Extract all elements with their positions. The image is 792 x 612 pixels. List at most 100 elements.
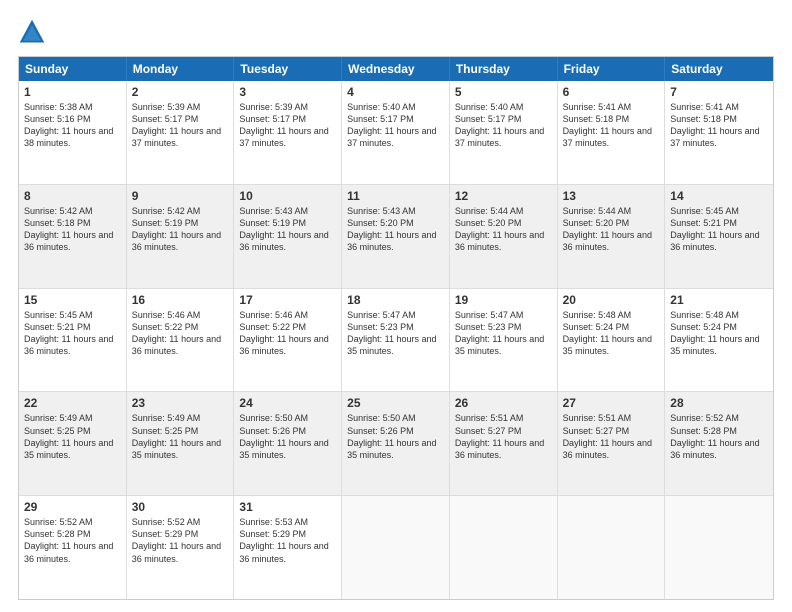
calendar-cell: 12 Sunrise: 5:44 AMSunset: 5:20 PMDayligh… <box>450 185 558 288</box>
day-number: 30 <box>132 500 229 514</box>
calendar-cell: 6 Sunrise: 5:41 AMSunset: 5:18 PMDaylight… <box>558 81 666 184</box>
cell-info: Sunrise: 5:41 AMSunset: 5:18 PMDaylight:… <box>670 101 768 150</box>
cell-info: Sunrise: 5:49 AMSunset: 5:25 PMDaylight:… <box>24 412 121 461</box>
calendar-cell: 20 Sunrise: 5:48 AMSunset: 5:24 PMDayligh… <box>558 289 666 392</box>
cell-info: Sunrise: 5:45 AMSunset: 5:21 PMDaylight:… <box>670 205 768 254</box>
header <box>18 18 774 46</box>
day-number: 31 <box>239 500 336 514</box>
cell-info: Sunrise: 5:50 AMSunset: 5:26 PMDaylight:… <box>239 412 336 461</box>
day-number: 25 <box>347 396 444 410</box>
logo-icon <box>18 18 46 46</box>
calendar-week-4: 22 Sunrise: 5:49 AMSunset: 5:25 PMDayligh… <box>19 392 773 496</box>
cell-info: Sunrise: 5:50 AMSunset: 5:26 PMDaylight:… <box>347 412 444 461</box>
cell-info: Sunrise: 5:39 AMSunset: 5:17 PMDaylight:… <box>132 101 229 150</box>
day-number: 22 <box>24 396 121 410</box>
cell-info: Sunrise: 5:46 AMSunset: 5:22 PMDaylight:… <box>239 309 336 358</box>
header-day-thursday: Thursday <box>450 57 558 81</box>
calendar-cell <box>342 496 450 599</box>
cell-info: Sunrise: 5:42 AMSunset: 5:18 PMDaylight:… <box>24 205 121 254</box>
calendar-cell <box>665 496 773 599</box>
calendar-week-1: 1 Sunrise: 5:38 AMSunset: 5:16 PMDaylight… <box>19 81 773 185</box>
cell-info: Sunrise: 5:48 AMSunset: 5:24 PMDaylight:… <box>563 309 660 358</box>
calendar-cell <box>450 496 558 599</box>
cell-info: Sunrise: 5:47 AMSunset: 5:23 PMDaylight:… <box>347 309 444 358</box>
calendar-cell: 17Sunrise: 5:46 AMSunset: 5:22 PMDayligh… <box>234 289 342 392</box>
day-number: 6 <box>563 85 660 99</box>
cell-info: Sunrise: 5:43 AMSunset: 5:19 PMDaylight:… <box>239 205 336 254</box>
calendar-cell: 21 Sunrise: 5:48 AMSunset: 5:24 PMDayligh… <box>665 289 773 392</box>
header-day-tuesday: Tuesday <box>234 57 342 81</box>
header-day-wednesday: Wednesday <box>342 57 450 81</box>
calendar-cell: 26 Sunrise: 5:51 AMSunset: 5:27 PMDayligh… <box>450 392 558 495</box>
calendar-cell: 25 Sunrise: 5:50 AMSunset: 5:26 PMDayligh… <box>342 392 450 495</box>
day-number: 24 <box>239 396 336 410</box>
calendar: SundayMondayTuesdayWednesdayThursdayFrid… <box>18 56 774 600</box>
day-number: 29 <box>24 500 121 514</box>
day-number: 5 <box>455 85 552 99</box>
calendar-cell: 24 Sunrise: 5:50 AMSunset: 5:26 PMDayligh… <box>234 392 342 495</box>
calendar-week-5: 29 Sunrise: 5:52 AMSunset: 5:28 PMDayligh… <box>19 496 773 599</box>
day-number: 1 <box>24 85 121 99</box>
day-number: 14 <box>670 189 768 203</box>
day-number: 10 <box>239 189 336 203</box>
day-number: 13 <box>563 189 660 203</box>
cell-info: Sunrise: 5:40 AMSunset: 5:17 PMDaylight:… <box>347 101 444 150</box>
day-number: 20 <box>563 293 660 307</box>
calendar-cell: 7 Sunrise: 5:41 AMSunset: 5:18 PMDaylight… <box>665 81 773 184</box>
cell-info: Sunrise: 5:38 AMSunset: 5:16 PMDaylight:… <box>24 101 121 150</box>
cell-info: Sunrise: 5:44 AMSunset: 5:20 PMDaylight:… <box>563 205 660 254</box>
cell-info: Sunrise: 5:45 AMSunset: 5:21 PMDaylight:… <box>24 309 121 358</box>
cell-info: Sunrise: 5:51 AMSunset: 5:27 PMDaylight:… <box>455 412 552 461</box>
calendar-cell: 11 Sunrise: 5:43 AMSunset: 5:20 PMDayligh… <box>342 185 450 288</box>
day-number: 3 <box>239 85 336 99</box>
calendar-cell: 3Sunrise: 5:39 AMSunset: 5:17 PMDaylight… <box>234 81 342 184</box>
header-day-saturday: Saturday <box>665 57 773 81</box>
calendar-week-3: 15 Sunrise: 5:45 AMSunset: 5:21 PMDayligh… <box>19 289 773 393</box>
cell-info: Sunrise: 5:48 AMSunset: 5:24 PMDaylight:… <box>670 309 768 358</box>
calendar-body: 1 Sunrise: 5:38 AMSunset: 5:16 PMDaylight… <box>19 81 773 599</box>
calendar-cell: 1 Sunrise: 5:38 AMSunset: 5:16 PMDaylight… <box>19 81 127 184</box>
cell-info: Sunrise: 5:42 AMSunset: 5:19 PMDaylight:… <box>132 205 229 254</box>
day-number: 11 <box>347 189 444 203</box>
day-number: 18 <box>347 293 444 307</box>
calendar-cell: 31 Sunrise: 5:53 AMSunset: 5:29 PMDayligh… <box>234 496 342 599</box>
logo <box>18 18 50 46</box>
day-number: 15 <box>24 293 121 307</box>
cell-info: Sunrise: 5:47 AMSunset: 5:23 PMDaylight:… <box>455 309 552 358</box>
calendar-cell <box>558 496 666 599</box>
calendar-cell: 2 Sunrise: 5:39 AMSunset: 5:17 PMDaylight… <box>127 81 235 184</box>
calendar-cell: 19Sunrise: 5:47 AMSunset: 5:23 PMDayligh… <box>450 289 558 392</box>
day-number: 7 <box>670 85 768 99</box>
day-number: 28 <box>670 396 768 410</box>
cell-info: Sunrise: 5:46 AMSunset: 5:22 PMDaylight:… <box>132 309 229 358</box>
day-number: 23 <box>132 396 229 410</box>
cell-info: Sunrise: 5:44 AMSunset: 5:20 PMDaylight:… <box>455 205 552 254</box>
cell-info: Sunrise: 5:52 AMSunset: 5:28 PMDaylight:… <box>670 412 768 461</box>
calendar-cell: 13 Sunrise: 5:44 AMSunset: 5:20 PMDayligh… <box>558 185 666 288</box>
calendar-cell: 4 Sunrise: 5:40 AMSunset: 5:17 PMDaylight… <box>342 81 450 184</box>
cell-info: Sunrise: 5:52 AMSunset: 5:28 PMDaylight:… <box>24 516 121 565</box>
calendar-cell: 10 Sunrise: 5:43 AMSunset: 5:19 PMDayligh… <box>234 185 342 288</box>
day-number: 4 <box>347 85 444 99</box>
header-day-friday: Friday <box>558 57 666 81</box>
calendar-header: SundayMondayTuesdayWednesdayThursdayFrid… <box>19 57 773 81</box>
header-day-sunday: Sunday <box>19 57 127 81</box>
cell-info: Sunrise: 5:49 AMSunset: 5:25 PMDaylight:… <box>132 412 229 461</box>
page: SundayMondayTuesdayWednesdayThursdayFrid… <box>0 0 792 612</box>
day-number: 12 <box>455 189 552 203</box>
cell-info: Sunrise: 5:53 AMSunset: 5:29 PMDaylight:… <box>239 516 336 565</box>
day-number: 9 <box>132 189 229 203</box>
calendar-cell: 29 Sunrise: 5:52 AMSunset: 5:28 PMDayligh… <box>19 496 127 599</box>
day-number: 21 <box>670 293 768 307</box>
cell-info: Sunrise: 5:41 AMSunset: 5:18 PMDaylight:… <box>563 101 660 150</box>
cell-info: Sunrise: 5:52 AMSunset: 5:29 PMDaylight:… <box>132 516 229 565</box>
day-number: 26 <box>455 396 552 410</box>
calendar-week-2: 8 Sunrise: 5:42 AMSunset: 5:18 PMDaylight… <box>19 185 773 289</box>
cell-info: Sunrise: 5:43 AMSunset: 5:20 PMDaylight:… <box>347 205 444 254</box>
calendar-cell: 16Sunrise: 5:46 AMSunset: 5:22 PMDayligh… <box>127 289 235 392</box>
calendar-cell: 23 Sunrise: 5:49 AMSunset: 5:25 PMDayligh… <box>127 392 235 495</box>
calendar-cell: 15 Sunrise: 5:45 AMSunset: 5:21 PMDayligh… <box>19 289 127 392</box>
calendar-cell: 9 Sunrise: 5:42 AMSunset: 5:19 PMDaylight… <box>127 185 235 288</box>
day-number: 8 <box>24 189 121 203</box>
day-number: 2 <box>132 85 229 99</box>
